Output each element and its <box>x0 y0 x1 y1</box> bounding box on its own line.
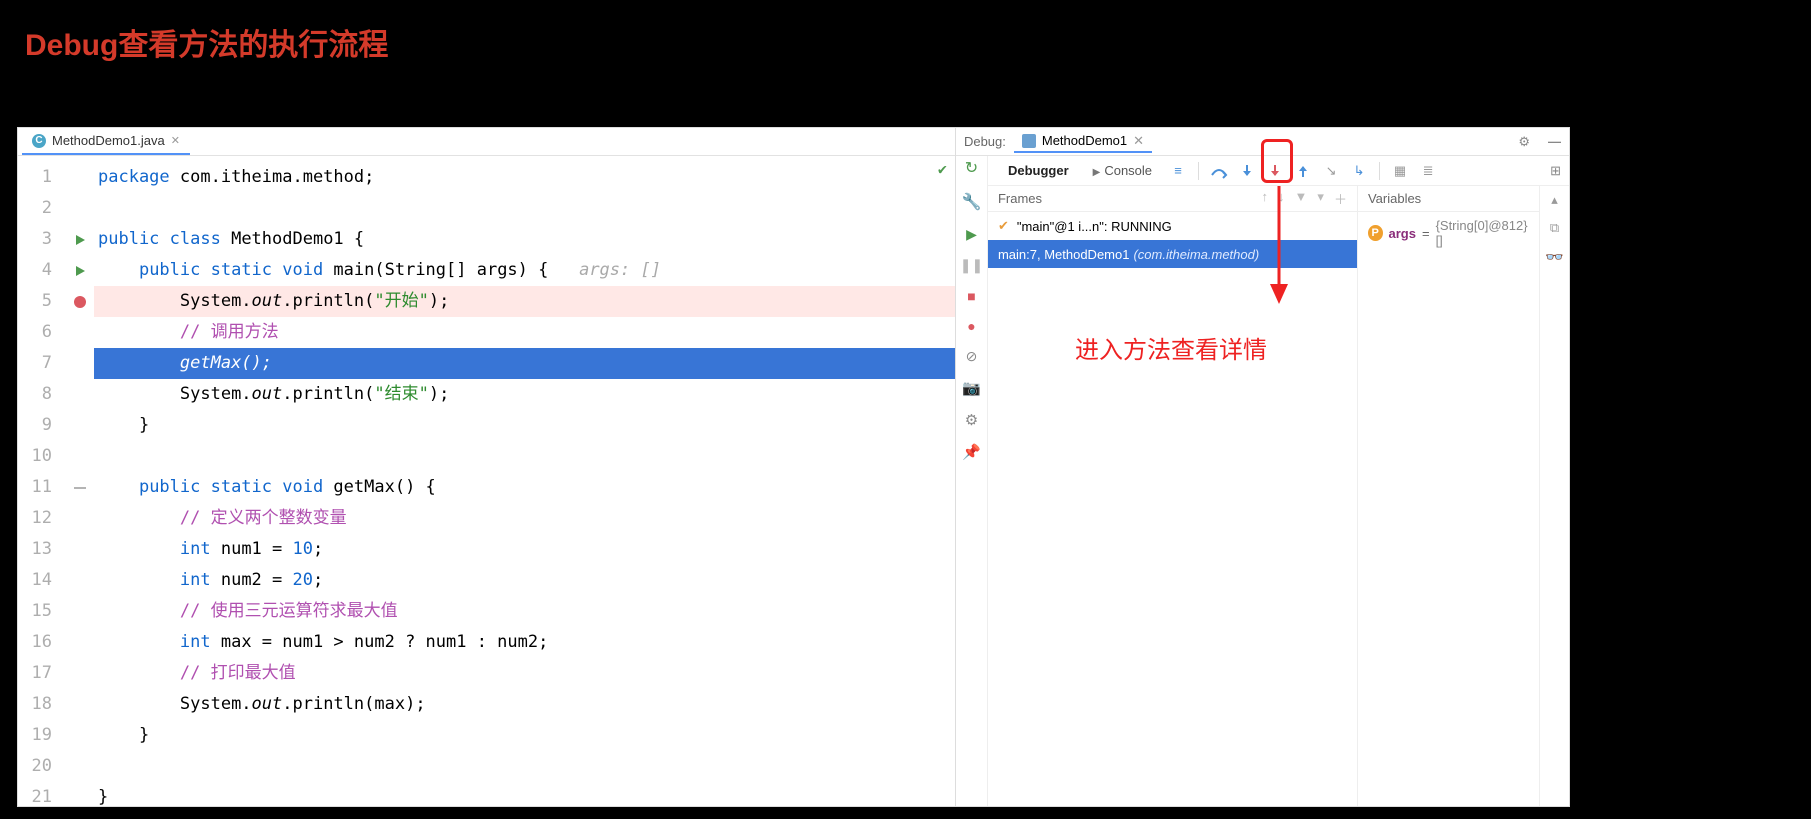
tab-console[interactable]: Console <box>1083 159 1162 182</box>
menu-icon[interactable]: ▾ <box>1317 189 1324 208</box>
param-icon: P <box>1368 225 1383 241</box>
copy-icon[interactable]: ⧉ <box>1550 220 1559 236</box>
prev-frame-icon[interactable]: ↑ <box>1262 189 1269 208</box>
drop-frame-icon[interactable]: ↘ <box>1319 159 1343 183</box>
line-num: 16 <box>18 627 66 658</box>
check-icon: ✔ <box>938 160 947 178</box>
trace-icon[interactable]: ≣ <box>1416 159 1440 183</box>
layout-icon[interactable]: ⊞ <box>1550 163 1561 179</box>
variables-panel: Variables P args = {String[0]@812} [] <box>1358 186 1539 806</box>
line-num: 7 <box>18 348 66 379</box>
wrench-icon[interactable]: 🔧 <box>961 192 981 212</box>
var-value: {String[0]@812} [] <box>1436 218 1529 248</box>
force-step-into-icon[interactable] <box>1263 159 1287 183</box>
annotation-text: 进入方法查看详情 <box>1075 330 1267 365</box>
close-icon[interactable]: ✕ <box>1133 133 1144 149</box>
debug-pane: Debug: MethodDemo1 ✕ ⚙ — ↻ 🔧 ▶ ❚❚ ■ ● ⊘ <box>956 128 1569 806</box>
debug-center: Debugger Console ≡ <box>988 156 1569 806</box>
minimize-icon[interactable]: — <box>1548 134 1561 149</box>
glasses-icon[interactable]: 👓 <box>1545 248 1564 266</box>
line-num: 6 <box>18 317 66 348</box>
view-breakpoints-icon[interactable]: ● <box>967 318 975 334</box>
step-into-icon[interactable] <box>1235 159 1259 183</box>
line-num: 15 <box>18 596 66 627</box>
thread-row[interactable]: ✔ "main"@1 i...n": RUNNING <box>988 212 1357 240</box>
page-title: Debug查看方法的执行流程 <box>25 20 388 64</box>
ide-window: C MethodDemo1.java ✕ 1 2 3 4 5 6 7 8 9 1… <box>17 127 1570 807</box>
variable-row[interactable]: P args = {String[0]@812} [] <box>1358 212 1539 254</box>
line-num-breakpoint[interactable]: 5 <box>18 286 66 317</box>
pause-icon[interactable]: ❚❚ <box>960 257 983 274</box>
application-icon <box>1022 134 1036 148</box>
debug-toolbar: Debugger Console ≡ <box>988 156 1569 186</box>
line-num: 20 <box>18 751 66 782</box>
editor-tab-methoddemo1[interactable]: C MethodDemo1.java ✕ <box>22 128 190 155</box>
camera-icon[interactable]: 📷 <box>962 379 981 397</box>
var-eq: = <box>1422 226 1430 241</box>
run-line-icon[interactable] <box>76 266 85 276</box>
java-class-icon: C <box>32 134 46 148</box>
line-gutter: 1 2 3 4 5 6 7 8 9 10 11 12 13 14 15 16 1 <box>18 156 66 806</box>
debug-vertical-toolbar: ↻ 🔧 ▶ ❚❚ ■ ● ⊘ 📷 ⚙ 📌 <box>956 156 988 806</box>
gear-icon[interactable]: ⚙ <box>1518 134 1530 150</box>
next-frame-icon[interactable]: ↓ <box>1278 189 1285 208</box>
line-num: 13 <box>18 534 66 565</box>
var-name: args <box>1389 226 1416 241</box>
debug-tabstrip: Debug: MethodDemo1 ✕ ⚙ — <box>956 128 1569 156</box>
line-num: 10 <box>18 441 66 472</box>
frame-text: main:7, MethodDemo1 <box>998 247 1130 262</box>
line-num: 1 <box>18 162 66 193</box>
debug-config-name: MethodDemo1 <box>1042 133 1127 148</box>
line-num: 11 <box>18 472 66 503</box>
checkmark-icon: ✔ <box>998 218 1009 234</box>
settings-icon[interactable]: ⚙ <box>965 411 978 429</box>
line-num: 18 <box>18 689 66 720</box>
add-icon[interactable]: ＋ <box>1334 189 1347 208</box>
editor-tabs: C MethodDemo1.java ✕ <box>18 128 955 156</box>
code-area[interactable]: ✔ package com.itheima.method; public cla… <box>94 156 955 806</box>
line-num: 17 <box>18 658 66 689</box>
fold-icon[interactable] <box>74 487 86 489</box>
gutter-marks <box>66 156 94 806</box>
stack-frame-row[interactable]: main:7, MethodDemo1 (com.itheima.method) <box>988 240 1357 268</box>
pin-icon[interactable]: 📌 <box>962 443 981 461</box>
debug-side-icons: ▴ ⧉ 👓 <box>1539 186 1569 806</box>
editor-pane: C MethodDemo1.java ✕ 1 2 3 4 5 6 7 8 9 1… <box>18 128 956 806</box>
line-num: 9 <box>18 410 66 441</box>
step-over-icon[interactable] <box>1207 159 1231 183</box>
evaluate-icon[interactable]: ▦ <box>1388 159 1412 183</box>
line-num: 4 <box>18 255 66 286</box>
line-num: 2 <box>18 193 66 224</box>
line-num: 19 <box>18 720 66 751</box>
line-num: 14 <box>18 565 66 596</box>
debug-label: Debug: <box>964 134 1006 149</box>
editor-body: 1 2 3 4 5 6 7 8 9 10 11 12 13 14 15 16 1 <box>18 156 955 806</box>
debug-panels: Frames ↑ ↓ ▼ ▾ ＋ ✔ <box>988 186 1569 806</box>
thread-name: "main"@1 i...n": RUNNING <box>1017 219 1172 234</box>
mute-breakpoints-icon[interactable]: ⊘ <box>966 348 978 365</box>
debug-main: ↻ 🔧 ▶ ❚❚ ■ ● ⊘ 📷 ⚙ 📌 Debugger Console ≡ <box>956 156 1569 806</box>
frame-package: (com.itheima.method) <box>1133 247 1259 262</box>
close-tab-icon[interactable]: ✕ <box>171 134 180 147</box>
run-line-icon[interactable] <box>76 235 85 245</box>
run-to-cursor-icon[interactable]: ↳ <box>1347 159 1371 183</box>
stop-icon[interactable]: ■ <box>967 288 975 304</box>
line-num: 12 <box>18 503 66 534</box>
threads-icon[interactable]: ≡ <box>1166 159 1190 183</box>
line-num: 3 <box>18 224 66 255</box>
tab-filename: MethodDemo1.java <box>52 133 165 148</box>
up-scroll-icon[interactable]: ▴ <box>1551 192 1558 208</box>
line-num: 8 <box>18 379 66 410</box>
debug-config-tab[interactable]: MethodDemo1 ✕ <box>1014 131 1152 153</box>
tab-debugger[interactable]: Debugger <box>998 159 1079 182</box>
step-out-icon[interactable] <box>1291 159 1315 183</box>
variables-header: Variables <box>1358 186 1539 212</box>
filter-icon[interactable]: ▼ <box>1295 189 1308 208</box>
frames-header: Frames ↑ ↓ ▼ ▾ ＋ <box>988 186 1357 212</box>
line-num: 21 <box>18 782 66 806</box>
resume-icon[interactable]: ▶ <box>966 226 977 243</box>
rerun-icon[interactable]: ↻ <box>965 158 978 178</box>
frames-panel: Frames ↑ ↓ ▼ ▾ ＋ ✔ <box>988 186 1358 806</box>
